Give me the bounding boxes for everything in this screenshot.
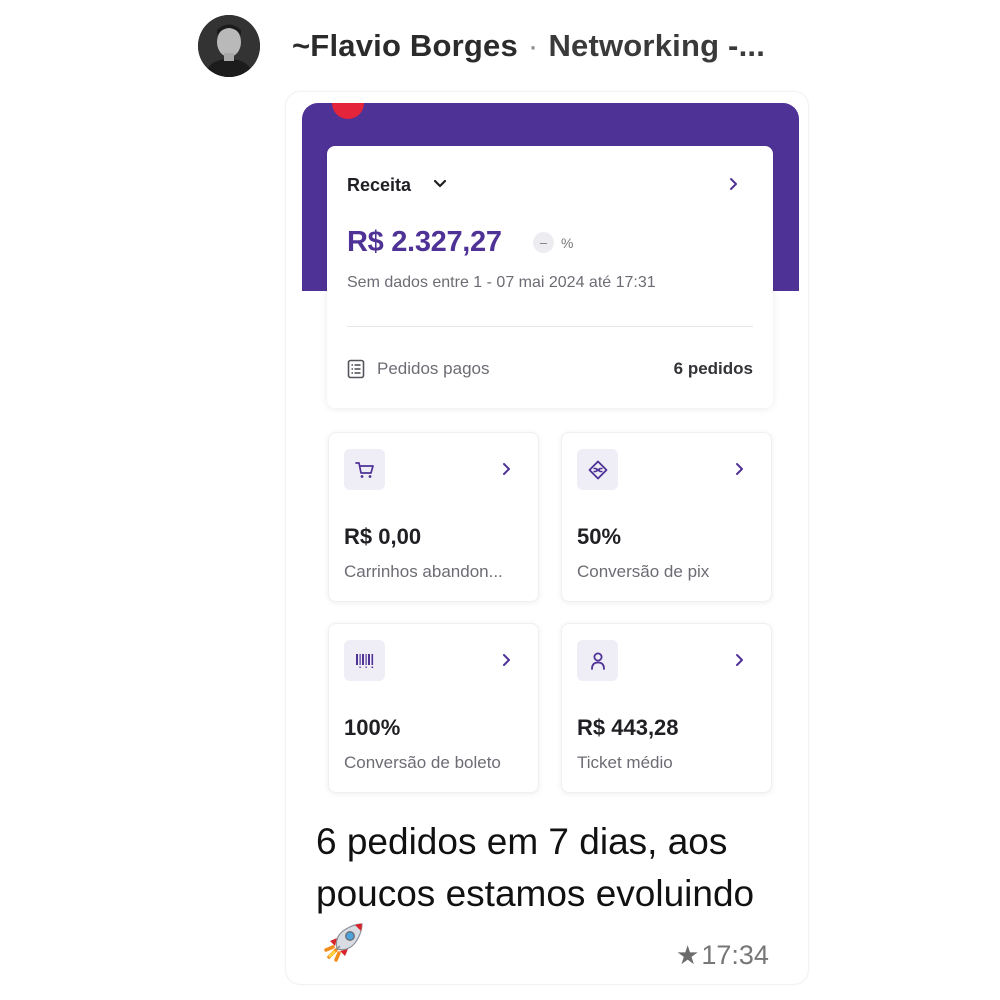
pix-conversion-card[interactable]: 50% Conversão de pix xyxy=(561,432,772,602)
barcode-icon-box xyxy=(344,640,385,681)
pix-icon-box xyxy=(577,449,618,490)
paid-orders-label: Pedidos pagos xyxy=(377,359,490,378)
user-icon-box xyxy=(577,640,618,681)
sender-name[interactable]: ~Flavio Borges xyxy=(292,28,518,63)
average-ticket-card[interactable]: R$ 443,28 Ticket médio xyxy=(561,623,772,793)
cart-icon xyxy=(354,461,374,478)
message-meta: ★ 17:34 xyxy=(676,940,769,971)
message-text: 6 pedidos em 7 dias, aos poucos estamos … xyxy=(316,821,755,914)
rocket-icon xyxy=(320,920,366,980)
revenue-title: Receita xyxy=(347,175,412,195)
card-value: R$ 443,28 xyxy=(577,715,679,740)
chevron-right-icon[interactable] xyxy=(502,462,512,476)
card-label: Ticket médio xyxy=(577,753,673,772)
group-name: Networking -... xyxy=(548,28,766,63)
screenshot-image[interactable]: Receita R$ 2.327,27 – % Sem dados entre … xyxy=(302,103,799,803)
chevron-right-icon[interactable] xyxy=(735,462,745,476)
chat-header: ~Flavio Borges · Networking -... xyxy=(198,14,765,78)
star-icon: ★ xyxy=(676,940,700,970)
chevron-right-icon[interactable] xyxy=(729,177,739,191)
user-icon xyxy=(590,652,605,670)
card-value: 50% xyxy=(577,524,622,549)
cart-icon-box xyxy=(344,449,385,490)
revenue-card[interactable]: Receita R$ 2.327,27 – % Sem dados entre … xyxy=(327,146,773,408)
percent-sign: % xyxy=(561,234,574,251)
card-label: Conversão de pix xyxy=(577,562,710,581)
abandoned-carts-card[interactable]: R$ 0,00 Carrinhos abandon... xyxy=(328,432,539,602)
sender-line: ~Flavio Borges · Networking -... xyxy=(292,28,765,64)
paid-orders-value: 6 pedidos xyxy=(673,359,753,378)
revenue-percent: – % xyxy=(533,232,573,253)
pix-icon xyxy=(588,460,607,479)
chevron-down-icon[interactable] xyxy=(433,179,447,189)
avatar-photo-icon xyxy=(198,15,260,77)
revenue-subtitle: Sem dados entre 1 - 07 mai 2024 até 17:3… xyxy=(347,274,656,291)
barcode-icon xyxy=(355,653,373,668)
message-time: 17:34 xyxy=(701,940,769,970)
percent-pill: – xyxy=(533,232,554,253)
card-label: Conversão de boleto xyxy=(344,753,501,772)
revenue-value: R$ 2.327,27 xyxy=(347,226,502,258)
sender-avatar[interactable] xyxy=(198,15,260,77)
card-label: Carrinhos abandon... xyxy=(344,562,503,581)
chevron-right-icon[interactable] xyxy=(502,653,512,667)
boleto-conversion-card[interactable]: 100% Conversão de boleto xyxy=(328,623,539,793)
chevron-right-icon[interactable] xyxy=(735,653,745,667)
card-value: 100% xyxy=(344,715,401,740)
list-icon xyxy=(347,359,365,379)
separator-dot: · xyxy=(527,28,539,63)
divider xyxy=(347,326,753,327)
card-value: R$ 0,00 xyxy=(344,524,422,549)
